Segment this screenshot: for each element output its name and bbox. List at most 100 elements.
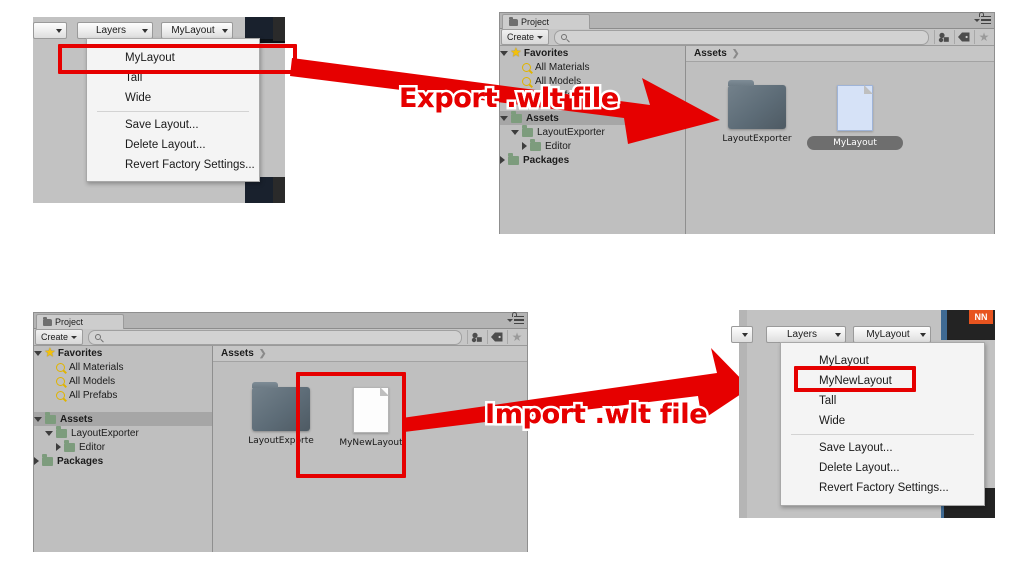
filter-by-label-icon[interactable] <box>954 30 973 44</box>
tab-project-label: Project <box>521 17 550 27</box>
menu-item-save-layout[interactable]: Save Layout... <box>781 438 984 458</box>
folder-icon <box>530 139 541 151</box>
tree-item-label: All Models <box>69 375 116 387</box>
tree-item-favorites[interactable]: ★ Favorites <box>34 346 212 360</box>
tab-project[interactable]: Project <box>502 14 590 29</box>
layers-button-label: Layers <box>786 329 817 340</box>
search-input[interactable] <box>88 329 462 345</box>
layers-button[interactable]: Layers <box>77 22 153 39</box>
tree-item-assets[interactable]: Assets <box>34 412 212 426</box>
chevron-right-icon <box>34 457 39 465</box>
layers-button-label: Layers <box>95 25 126 36</box>
tree-item-packages[interactable]: Packages <box>34 454 212 468</box>
menu-item-wide[interactable]: Wide <box>87 88 259 108</box>
menu-item-save-layout[interactable]: Save Layout... <box>87 115 259 135</box>
search-favorite-icon <box>56 390 65 400</box>
tab-project[interactable]: Project <box>36 314 124 329</box>
layers-button[interactable]: Layers <box>766 326 846 343</box>
breadcrumb-label: Assets <box>221 348 254 359</box>
breadcrumb[interactable]: Assets ❯ <box>213 346 527 362</box>
tree-item-label: All Materials <box>69 361 124 373</box>
project-tree-pane[interactable]: ★ Favorites All Materials All Models All… <box>34 346 213 552</box>
tree-item-label: Assets <box>60 413 93 425</box>
menu-item-revert-factory-settings[interactable]: Revert Factory Settings... <box>87 155 259 175</box>
layout-button[interactable]: MyLayout <box>853 326 931 343</box>
tree-item-packages[interactable]: Packages <box>500 153 685 167</box>
chevron-down-icon <box>920 332 926 337</box>
chevron-right-icon <box>522 142 527 150</box>
chevron-down-icon <box>34 416 42 422</box>
favorite-star-icon[interactable]: ★ <box>974 30 993 44</box>
layout-button[interactable]: MyLayout <box>161 22 233 39</box>
project-tabbar: Project <box>500 13 994 29</box>
project-tabbar: Project <box>34 313 527 329</box>
menu-item-delete-layout[interactable]: Delete Layout... <box>87 135 259 155</box>
tree-item-label: Editor <box>79 441 106 453</box>
toolbar-dropdown-small[interactable] <box>33 22 67 39</box>
file-icon <box>837 85 873 131</box>
folder-icon <box>509 16 518 26</box>
tree-item-label: Packages <box>57 455 104 467</box>
favorite-star-icon[interactable]: ★ <box>507 330 526 344</box>
tree-item-editor[interactable]: Editor <box>34 440 212 454</box>
viewport-edge <box>941 310 947 340</box>
chevron-right-icon <box>56 443 61 451</box>
search-favorite-icon <box>56 362 65 372</box>
tree-item-layoutexporter[interactable]: LayoutExporter <box>34 426 212 440</box>
chevron-down-icon <box>742 332 748 337</box>
filter-by-type-icon[interactable] <box>934 30 953 44</box>
viewport-strip <box>273 17 285 41</box>
menu-separator <box>97 111 249 112</box>
folder-icon <box>64 440 75 452</box>
search-icon <box>95 334 102 340</box>
highlight-mylayout-menu-item <box>58 44 297 74</box>
viewport-strip <box>273 177 285 203</box>
project-toolbar: Create ★ <box>500 29 994 46</box>
asset-label: MyLayout <box>807 136 903 150</box>
create-button[interactable]: Create <box>35 329 84 345</box>
tree-item-label: Packages <box>523 154 570 166</box>
folder-icon <box>43 316 52 326</box>
create-button[interactable]: Create <box>501 29 550 45</box>
menu-item-revert-factory-settings[interactable]: Revert Factory Settings... <box>781 478 984 498</box>
tree-item-all-models[interactable]: All Models <box>34 374 212 388</box>
chevron-down-icon <box>56 28 62 33</box>
menu-item-delete-layout[interactable]: Delete Layout... <box>781 458 984 478</box>
editor-toolbar-bottom-right: NN Layers MyLayout MyLayout MyNewLayout … <box>731 310 995 518</box>
chevron-down-icon <box>222 28 228 33</box>
filter-by-type-icon[interactable] <box>467 330 486 344</box>
tree-gap <box>34 402 212 412</box>
search-favorite-icon <box>56 376 65 386</box>
menu-item-wide[interactable]: Wide <box>781 411 984 431</box>
chevron-down-icon <box>34 350 42 356</box>
chevron-down-icon <box>45 430 53 436</box>
menu-item-tall[interactable]: Tall <box>781 391 984 411</box>
tab-project-label: Project <box>55 317 84 327</box>
search-icon <box>561 34 568 40</box>
tree-item-label: Favorites <box>57 347 103 359</box>
create-button-label: Create <box>507 32 535 42</box>
tree-item-editor[interactable]: Editor <box>500 139 685 153</box>
highlight-mynewlayout-menu-item <box>794 366 916 392</box>
tree-item-all-prefabs[interactable]: All Prefabs <box>34 388 212 402</box>
chevron-down-icon <box>142 28 148 33</box>
folder-icon <box>508 153 519 165</box>
collab-badge-icon[interactable]: NN <box>969 310 993 324</box>
panel-menu-icon[interactable] <box>507 316 524 324</box>
chevron-down-icon <box>537 35 544 39</box>
folder-icon <box>45 412 56 424</box>
toolbar-dropdown-small[interactable] <box>731 326 753 343</box>
asset-item-mylayout[interactable]: MyLayout <box>807 80 903 150</box>
search-input[interactable] <box>554 29 929 45</box>
tree-item-label: All Prefabs <box>69 389 118 401</box>
create-button-label: Create <box>41 332 69 342</box>
tree-item-label: LayoutExporter <box>71 427 139 439</box>
chevron-down-icon <box>71 335 78 339</box>
filter-by-label-icon[interactable] <box>487 330 506 344</box>
tree-item-all-materials[interactable]: All Materials <box>34 360 212 374</box>
menu-separator <box>791 434 974 435</box>
chevron-down-icon <box>835 332 841 337</box>
star-icon: ★ <box>45 346 55 359</box>
panel-menu-icon[interactable] <box>974 16 991 24</box>
chevron-right-icon: ❯ <box>258 348 267 358</box>
